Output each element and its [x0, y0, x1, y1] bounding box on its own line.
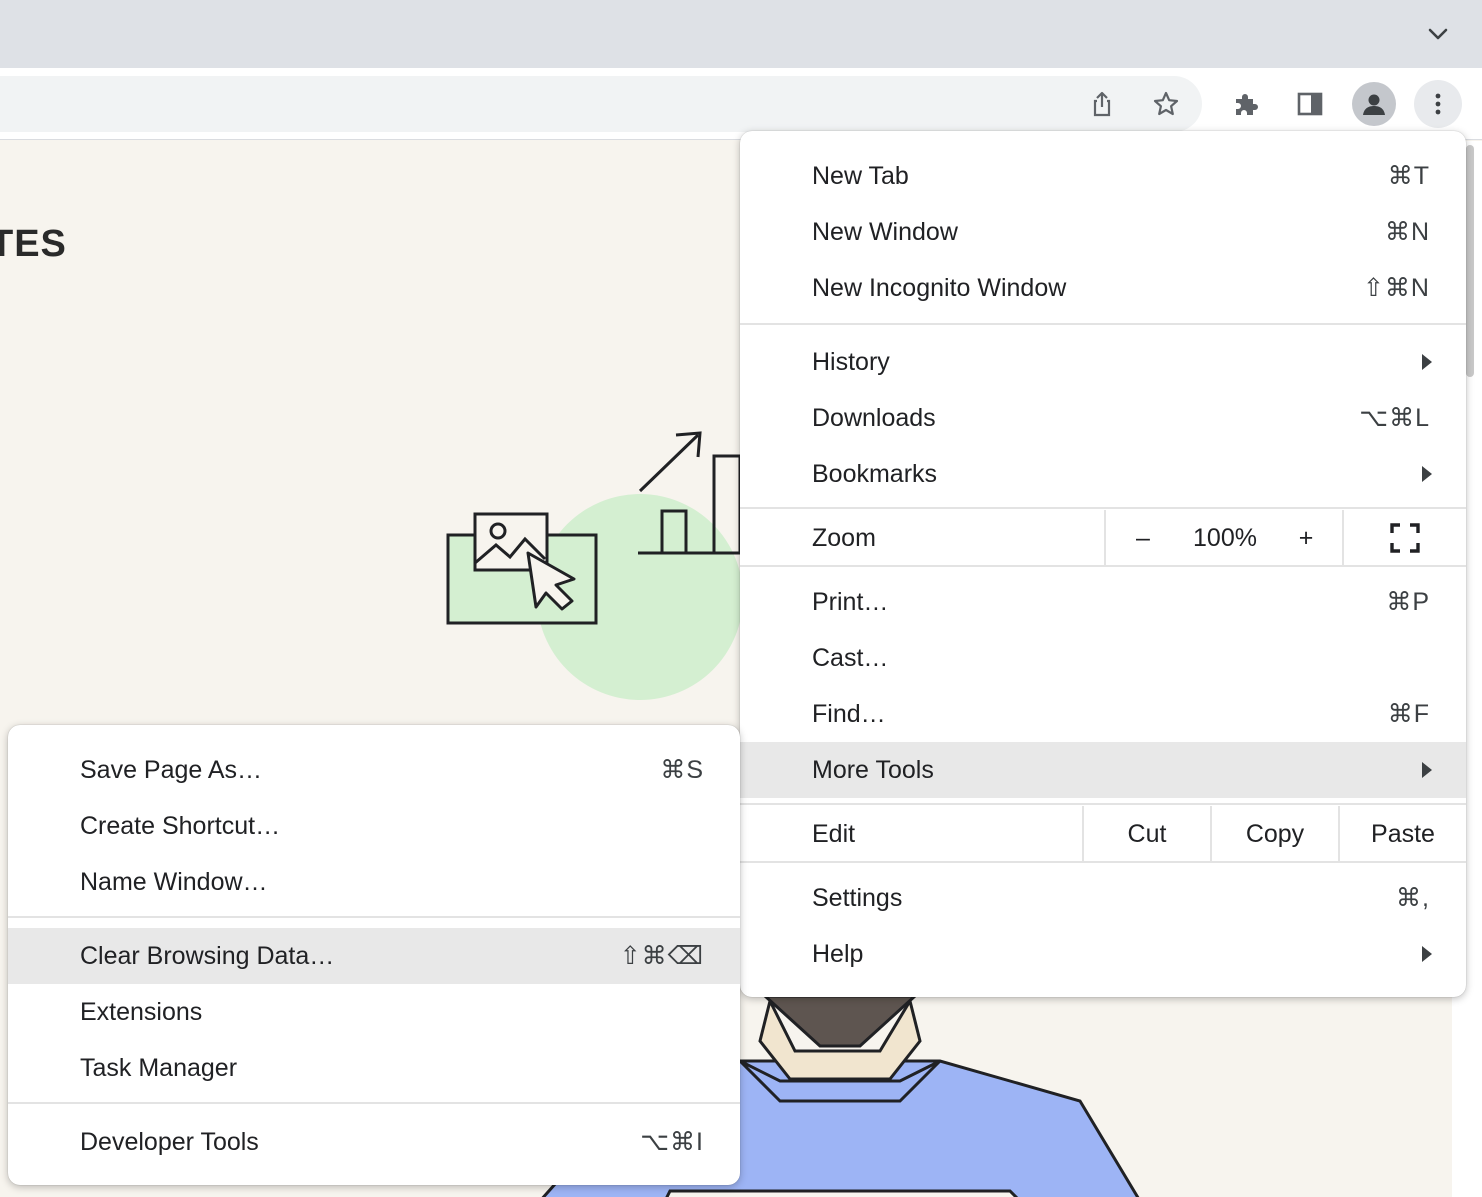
menu-item-label: More Tools — [812, 755, 934, 784]
menu-item-settings[interactable]: Settings ⌘, — [740, 870, 1466, 926]
menu-separator — [8, 1102, 740, 1104]
menu-item-shortcut: ⇧⌘⌫ — [619, 942, 704, 970]
chevron-down-icon[interactable] — [1424, 20, 1452, 48]
menu-item-label: New Incognito Window — [812, 273, 1067, 302]
cut-button[interactable]: Cut — [1084, 806, 1210, 862]
tab-strip — [0, 0, 1482, 68]
menu-item-cast[interactable]: Cast… — [740, 630, 1466, 686]
zoom-in-button[interactable]: + — [1270, 510, 1342, 566]
menu-item-label: Help — [812, 939, 864, 968]
profile-icon[interactable] — [1350, 80, 1398, 128]
chrome-main-menu: New Tab ⌘T New Window ⌘N New Incognito W… — [740, 131, 1466, 997]
menu-item-shortcut: ⌥⌘I — [640, 1128, 704, 1156]
submenu-arrow-icon — [1422, 466, 1432, 482]
menu-item-label: New Tab — [812, 161, 909, 190]
puzzle-icon[interactable] — [1222, 80, 1270, 128]
menu-separator — [740, 861, 1466, 863]
page-heading: TES — [0, 223, 67, 265]
menu-item-print[interactable]: Print… ⌘P — [740, 574, 1466, 630]
menu-item-label: History — [812, 347, 890, 376]
paste-button[interactable]: Paste — [1340, 806, 1466, 862]
menu-item-task-manager[interactable]: Task Manager — [8, 1040, 740, 1096]
menu-item-label: New Window — [812, 217, 958, 246]
menu-item-label: Save Page As… — [80, 755, 263, 784]
menu-item-developer-tools[interactable]: Developer Tools ⌥⌘I — [8, 1114, 740, 1170]
edit-row: Edit Cut Copy Paste — [740, 806, 1466, 862]
menu-item-shortcut: ⇧⌘N — [1362, 274, 1430, 302]
menu-separator — [740, 565, 1466, 567]
menu-item-bookmarks[interactable]: Bookmarks — [740, 446, 1466, 502]
zoom-level: 100% — [1193, 523, 1257, 552]
menu-item-create-shortcut[interactable]: Create Shortcut… — [8, 798, 740, 854]
menu-item-shortcut: ⌘S — [660, 756, 704, 784]
menu-item-label: Print… — [812, 587, 889, 616]
menu-item-downloads[interactable]: Downloads ⌥⌘L — [740, 390, 1466, 446]
menu-item-label: Extensions — [80, 997, 203, 1026]
menu-item-label: Bookmarks — [812, 459, 938, 488]
menu-item-shortcut: ⌘N — [1384, 218, 1430, 246]
growth-illustration — [446, 431, 750, 700]
menu-item-label: Task Manager — [80, 1053, 238, 1082]
share-icon[interactable] — [1078, 80, 1126, 128]
menu-separator — [740, 323, 1466, 325]
menu-item-help[interactable]: Help — [740, 926, 1466, 982]
menu-item-more-tools[interactable]: More Tools — [740, 742, 1466, 798]
address-bar[interactable] — [0, 76, 1202, 132]
submenu-arrow-icon — [1422, 354, 1432, 370]
menu-item-label: Name Window… — [80, 867, 268, 896]
menu-item-shortcut: ⌥⌘L — [1359, 404, 1430, 432]
menu-item-shortcut: ⌘P — [1386, 588, 1430, 616]
menu-item-extensions[interactable]: Extensions — [8, 984, 740, 1040]
menu-separator — [740, 507, 1466, 509]
fullscreen-icon — [1390, 523, 1420, 553]
menu-item-history[interactable]: History — [740, 334, 1466, 390]
menu-item-label: Downloads — [812, 403, 936, 432]
menu-item-name-window[interactable]: Name Window… — [8, 854, 740, 910]
zoom-out-button[interactable]: – — [1106, 510, 1180, 566]
zoom-label: Zoom — [812, 523, 876, 552]
scrollbar-thumb[interactable] — [1466, 145, 1474, 377]
side-panel-icon[interactable] — [1286, 80, 1334, 128]
submenu-arrow-icon — [1422, 762, 1432, 778]
menu-item-label: Create Shortcut… — [80, 811, 281, 840]
menu-separator — [740, 803, 1466, 805]
menu-item-new-window[interactable]: New Window ⌘N — [740, 204, 1466, 260]
more-tools-submenu: Save Page As… ⌘S Create Shortcut… Name W… — [8, 725, 740, 1185]
menu-separator — [8, 916, 740, 918]
submenu-arrow-icon — [1422, 946, 1432, 962]
menu-item-label: Settings — [812, 883, 903, 912]
menu-item-shortcut: ⌘T — [1387, 162, 1430, 190]
menu-item-shortcut: ⌘F — [1387, 700, 1430, 728]
menu-item-save-page-as[interactable]: Save Page As… ⌘S — [8, 742, 740, 798]
menu-item-label: Clear Browsing Data… — [80, 941, 335, 970]
menu-item-label: Developer Tools — [80, 1127, 259, 1156]
menu-item-label: Cast… — [812, 643, 889, 672]
fullscreen-button[interactable] — [1344, 510, 1466, 566]
toolbar — [0, 68, 1482, 140]
star-icon[interactable] — [1142, 80, 1190, 128]
kebab-menu-icon[interactable] — [1414, 80, 1462, 128]
copy-button[interactable]: Copy — [1212, 806, 1338, 862]
menu-item-shortcut: ⌘, — [1396, 884, 1430, 912]
menu-item-label: Find… — [812, 699, 886, 728]
edit-label: Edit — [812, 819, 856, 848]
menu-item-clear-browsing-data[interactable]: Clear Browsing Data… ⇧⌘⌫ — [8, 928, 740, 984]
menu-item-new-tab[interactable]: New Tab ⌘T — [740, 148, 1466, 204]
zoom-row: Zoom – 100% + — [740, 510, 1466, 566]
menu-item-new-incognito-window[interactable]: New Incognito Window ⇧⌘N — [740, 260, 1466, 316]
menu-item-find[interactable]: Find… ⌘F — [740, 686, 1466, 742]
